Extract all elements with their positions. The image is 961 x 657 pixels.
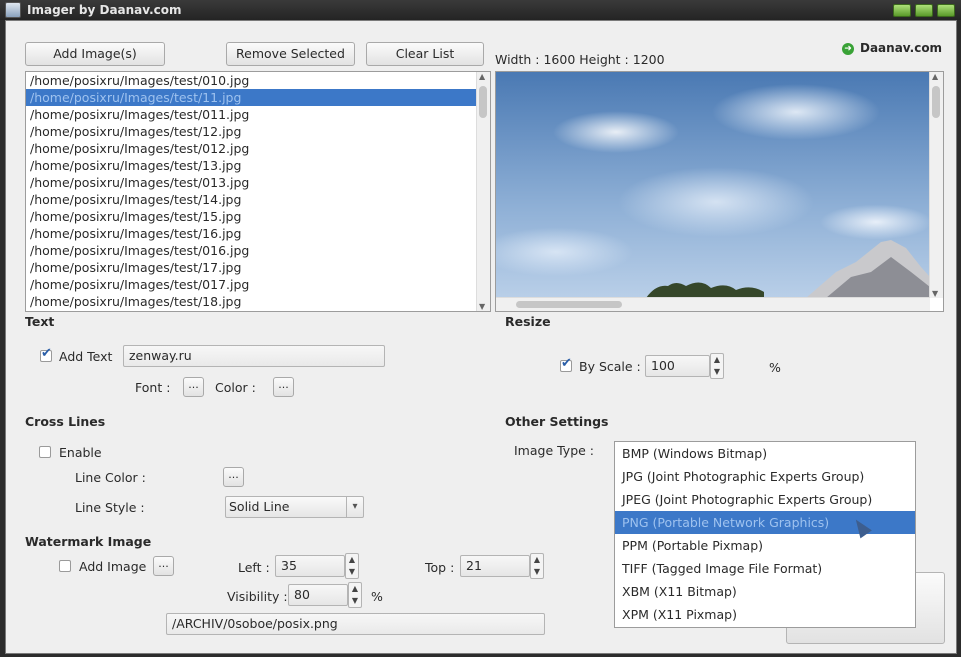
add-text-checkbox[interactable] [40,346,52,362]
preview-scroll-down-icon[interactable]: ▼ [932,289,938,298]
image-preview: ▲ ▼ [495,71,944,312]
list-item[interactable]: /home/posixru/Images/test/13.jpg [26,157,490,174]
top-label: Top : [425,560,455,575]
by-scale-checkbox[interactable] [560,356,572,372]
image-type-dropdown[interactable]: BMP (Windows Bitmap) JPG (Joint Photograp… [614,441,916,628]
preview-hscroll-thumb[interactable] [516,301,622,308]
spin-arrows-icon[interactable]: ▲ ▼ [710,353,724,379]
left-spinbox[interactable]: 35 ▲ ▼ [275,553,361,579]
list-item[interactable]: /home/posixru/Images/test/011.jpg [26,106,490,123]
line-color-button[interactable]: ... [223,467,244,487]
line-style-select[interactable]: Solid Line ▾ [225,496,364,518]
title-bar: Imager by Daanav.com [0,0,961,20]
clear-list-button[interactable]: Clear List [366,42,484,66]
list-item[interactable]: /home/posixru/Images/test/15.jpg [26,208,490,225]
visibility-percent: % [371,589,383,604]
main-window: Add Image(s) Remove Selected Clear List … [5,20,957,654]
top-value[interactable]: 21 [460,555,530,577]
enable-checkbox[interactable] [39,446,51,458]
chevron-down-icon[interactable]: ▾ [346,497,363,517]
font-button[interactable]: ... [183,377,204,397]
image-type-option[interactable]: BMP (Windows Bitmap) [615,442,915,465]
preview-vscroll-thumb[interactable] [932,86,940,118]
file-list[interactable]: /home/posixru/Images/test/010.jpg/home/p… [25,71,491,312]
list-item[interactable]: /home/posixru/Images/test/017.jpg [26,276,490,293]
color-label: Color : [215,380,256,395]
color-button[interactable]: ... [273,377,294,397]
add-text-label: Add Text [59,349,113,364]
image-type-option[interactable]: PPM (Portable Pixmap) [615,534,915,557]
visibility-value[interactable]: 80 [288,584,348,606]
list-item[interactable]: /home/posixru/Images/test/18.jpg [26,293,490,310]
list-item[interactable]: /home/posixru/Images/test/16.jpg [26,225,490,242]
maximize-button[interactable] [915,4,933,17]
scale-percent: % [769,360,781,375]
add-image-checkbox[interactable] [59,560,71,572]
image-type-option[interactable]: JPEG (Joint Photographic Experts Group) [615,488,915,511]
brand-link[interactable]: ➜ Daanav.com [842,41,942,55]
list-item[interactable]: /home/posixru/Images/test/17.jpg [26,259,490,276]
preview-vscroll[interactable]: ▲ ▼ [929,72,943,298]
spin-arrows-icon[interactable]: ▲ ▼ [345,553,359,579]
text-input[interactable]: zenway.ru [123,345,385,367]
file-list-scrollbar[interactable]: ▲ ▼ [476,72,490,311]
image-type-option[interactable]: TIFF (Tagged Image File Format) [615,557,915,580]
window-title: Imager by Daanav.com [27,3,182,17]
scale-value[interactable]: 100 [645,355,710,377]
enable-label: Enable [59,445,102,460]
remove-selected-button[interactable]: Remove Selected [226,42,355,66]
image-type-options: BMP (Windows Bitmap) JPG (Joint Photograp… [615,442,915,626]
line-style-label: Line Style : [75,500,145,515]
visibility-label: Visibility : [227,589,288,604]
mountain-image [646,240,930,298]
list-item[interactable]: /home/posixru/Images/test/010.jpg [26,72,490,89]
watermark-heading: Watermark Image [25,534,152,549]
left-value[interactable]: 35 [275,555,345,577]
watermark-path-input[interactable]: /ARCHIV/0soboe/posix.png [166,613,545,635]
text-heading: Text [25,314,55,329]
line-color-label: Line Color : [75,470,146,485]
file-rows: /home/posixru/Images/test/010.jpg/home/p… [26,72,490,310]
spin-arrows-icon[interactable]: ▲ ▼ [348,582,362,608]
scroll-up-icon[interactable]: ▲ [479,72,485,81]
spin-arrows-icon[interactable]: ▲ ▼ [530,553,544,579]
add-images-button[interactable]: Add Image(s) [25,42,165,66]
top-spinbox[interactable]: 21 ▲ ▼ [460,553,546,579]
list-item[interactable]: /home/posixru/Images/test/11.jpg [26,89,490,106]
image-type-option[interactable]: XPM (X11 Pixmap) [615,603,915,626]
scroll-down-icon[interactable]: ▼ [479,302,485,311]
line-style-value: Solid Line [229,499,290,514]
list-item[interactable]: /home/posixru/Images/test/012.jpg [26,140,490,157]
image-type-label: Image Type : [514,443,595,458]
minimize-button[interactable] [893,4,911,17]
list-item[interactable]: /home/posixru/Images/test/12.jpg [26,123,490,140]
list-item[interactable]: /home/posixru/Images/test/14.jpg [26,191,490,208]
arrow-right-icon: ➜ [842,42,854,55]
close-button[interactable] [937,4,955,17]
window-controls [893,4,955,17]
scroll-thumb[interactable] [479,86,487,118]
image-type-option[interactable]: JPG (Joint Photographic Experts Group) [615,465,915,488]
resize-heading: Resize [505,314,551,329]
brand-label: Daanav.com [860,41,943,55]
cross-lines-heading: Cross Lines [25,414,106,429]
add-image-label: Add Image [79,559,147,574]
visibility-spinbox[interactable]: 80 ▲ ▼ [288,582,364,608]
by-scale-label: By Scale : [579,359,641,374]
preview-hscroll[interactable] [496,297,930,311]
preview-scroll-up-icon[interactable]: ▲ [932,72,938,81]
app-icon [5,2,21,18]
other-settings-heading: Other Settings [505,414,609,429]
scale-spinbox[interactable]: 100 ▲ ▼ [645,353,726,379]
left-label: Left : [238,560,270,575]
preview-image [496,72,930,298]
list-item[interactable]: /home/posixru/Images/test/016.jpg [26,242,490,259]
list-item[interactable]: /home/posixru/Images/test/013.jpg [26,174,490,191]
image-type-option[interactable]: XBM (X11 Bitmap) [615,580,915,603]
font-label: Font : [135,380,171,395]
watermark-browse-button[interactable]: ... [153,556,174,576]
image-dimensions: Width : 1600 Height : 1200 [495,52,665,67]
